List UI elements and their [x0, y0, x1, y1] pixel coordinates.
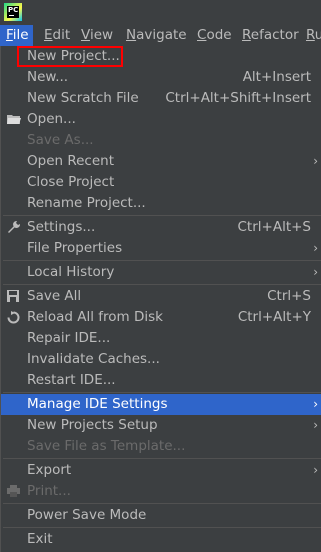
local-history-label: Local History: [27, 264, 115, 280]
highlight-annotation-box: [17, 46, 123, 67]
menu-file-label: ile: [12, 27, 29, 43]
menu-item-close-project[interactable]: Close Project: [1, 172, 321, 193]
menu-item-file-properties[interactable]: File Properties ›: [1, 238, 321, 259]
separator: [3, 503, 321, 504]
save-all-label: Save All: [27, 288, 82, 304]
separator: [3, 215, 321, 216]
menu-item-power-save-mode[interactable]: Power Save Mode: [1, 505, 321, 526]
menu-run-mnemonic: R: [306, 27, 315, 43]
save-as-label: Save As...: [27, 132, 94, 148]
save-all-shortcut: Ctrl+S: [267, 288, 311, 304]
save-file-as-template-label: Save File as Template...: [27, 438, 186, 454]
menu-view-mnemonic: V: [81, 27, 90, 43]
chevron-right-icon: ›: [313, 154, 318, 168]
menu-navigate[interactable]: Navigate: [126, 25, 187, 46]
repair-ide-label: Repair IDE...: [27, 330, 111, 346]
new-scratch-shortcut: Ctrl+Alt+Shift+Insert: [165, 90, 311, 106]
menu-file[interactable]: File: [0, 25, 33, 46]
menu-navigate-mnemonic: N: [126, 27, 137, 43]
file-properties-label: File Properties: [27, 240, 123, 256]
open-recent-label: Open Recent: [27, 153, 115, 169]
menu-bar: File Edit View Navigate Code Refactor Ru: [0, 25, 321, 46]
menu-refactor-label: efactor: [250, 27, 299, 43]
restart-ide-label: Restart IDE...: [27, 372, 116, 388]
menu-navigate-label: avigate: [136, 27, 187, 43]
chevron-right-icon: ›: [313, 463, 318, 477]
exit-label: Exit: [27, 531, 53, 547]
menu-item-manage-ide-settings[interactable]: Manage IDE Settings ›: [1, 394, 321, 415]
manage-ide-settings-label: Manage IDE Settings: [27, 396, 168, 412]
chevron-right-icon: ›: [313, 418, 318, 432]
power-save-mode-label: Power Save Mode: [27, 507, 147, 523]
menu-item-open-recent[interactable]: Open Recent ›: [1, 151, 321, 172]
settings-label: Settings...: [27, 219, 96, 235]
menu-item-open[interactable]: Open...: [1, 109, 321, 130]
settings-shortcut: Ctrl+Alt+S: [237, 219, 312, 235]
separator: [3, 260, 321, 261]
separator: [3, 392, 321, 393]
file-menu-dropdown: New Project... New... Alt+Insert New Scr…: [0, 46, 321, 552]
menu-item-new-scratch-file[interactable]: New Scratch File Ctrl+Alt+Shift+Insert: [1, 88, 321, 109]
menu-code-label: ode: [206, 27, 232, 43]
separator: [3, 284, 321, 285]
menu-item-new[interactable]: New... Alt+Insert: [1, 67, 321, 88]
folder-icon: [7, 109, 21, 132]
menu-code[interactable]: Code: [197, 25, 232, 46]
close-project-label: Close Project: [27, 174, 115, 190]
menu-run[interactable]: Ru: [306, 25, 321, 46]
menu-refactor-mnemonic: R: [242, 27, 251, 43]
menu-item-exit[interactable]: Exit: [1, 529, 321, 550]
print-icon: [7, 481, 21, 504]
menu-file-mnemonic: F: [6, 27, 13, 43]
menu-item-save-as: Save As...: [1, 130, 321, 151]
menu-item-reload-all[interactable]: Reload All from Disk Ctrl+Alt+Y: [1, 307, 321, 328]
menu-run-label: u: [314, 27, 321, 43]
menu-item-local-history[interactable]: Local History ›: [1, 262, 321, 283]
menu-edit-label: dit: [52, 27, 71, 43]
reload-shortcut: Ctrl+Alt+Y: [237, 309, 311, 325]
new-label: New...: [27, 69, 69, 85]
menu-view-label: iew: [89, 27, 114, 43]
new-scratch-label: New Scratch File: [27, 90, 139, 106]
menu-item-invalidate-caches[interactable]: Invalidate Caches...: [1, 349, 321, 370]
chevron-right-icon: ›: [313, 241, 318, 255]
invalidate-caches-label: Invalidate Caches...: [27, 351, 160, 367]
menu-item-settings[interactable]: Settings... Ctrl+Alt+S: [1, 217, 321, 238]
save-icon: [7, 286, 21, 309]
menu-item-save-file-as-template: Save File as Template...: [1, 436, 321, 457]
menu-item-export[interactable]: Export ›: [1, 460, 321, 481]
menu-item-print: Print...: [1, 481, 321, 502]
menu-item-repair-ide[interactable]: Repair IDE...: [1, 328, 321, 349]
rename-project-label: Rename Project...: [27, 195, 146, 211]
menu-view[interactable]: View: [81, 25, 113, 46]
new-shortcut: Alt+Insert: [242, 69, 311, 85]
menu-item-new-projects-setup[interactable]: New Projects Setup ›: [1, 415, 321, 436]
export-label: Export: [27, 462, 72, 478]
open-label: Open...: [27, 111, 76, 127]
print-label: Print...: [27, 483, 71, 499]
menu-refactor[interactable]: Refactor: [242, 25, 299, 46]
menu-item-save-all[interactable]: Save All Ctrl+S: [1, 286, 321, 307]
chevron-right-icon: ›: [313, 397, 318, 411]
menu-item-rename-project[interactable]: Rename Project...: [1, 193, 321, 214]
menu-edit-mnemonic: E: [44, 27, 53, 43]
chevron-right-icon: ›: [313, 265, 318, 279]
reload-label: Reload All from Disk: [27, 309, 163, 325]
pycharm-logo-icon: PC: [4, 3, 22, 21]
separator: [3, 527, 321, 528]
menu-item-restart-ide[interactable]: Restart IDE...: [1, 370, 321, 391]
separator: [3, 458, 321, 459]
new-projects-setup-label: New Projects Setup: [27, 417, 158, 433]
title-bar: PC: [0, 0, 321, 25]
menu-edit[interactable]: Edit: [44, 25, 70, 46]
